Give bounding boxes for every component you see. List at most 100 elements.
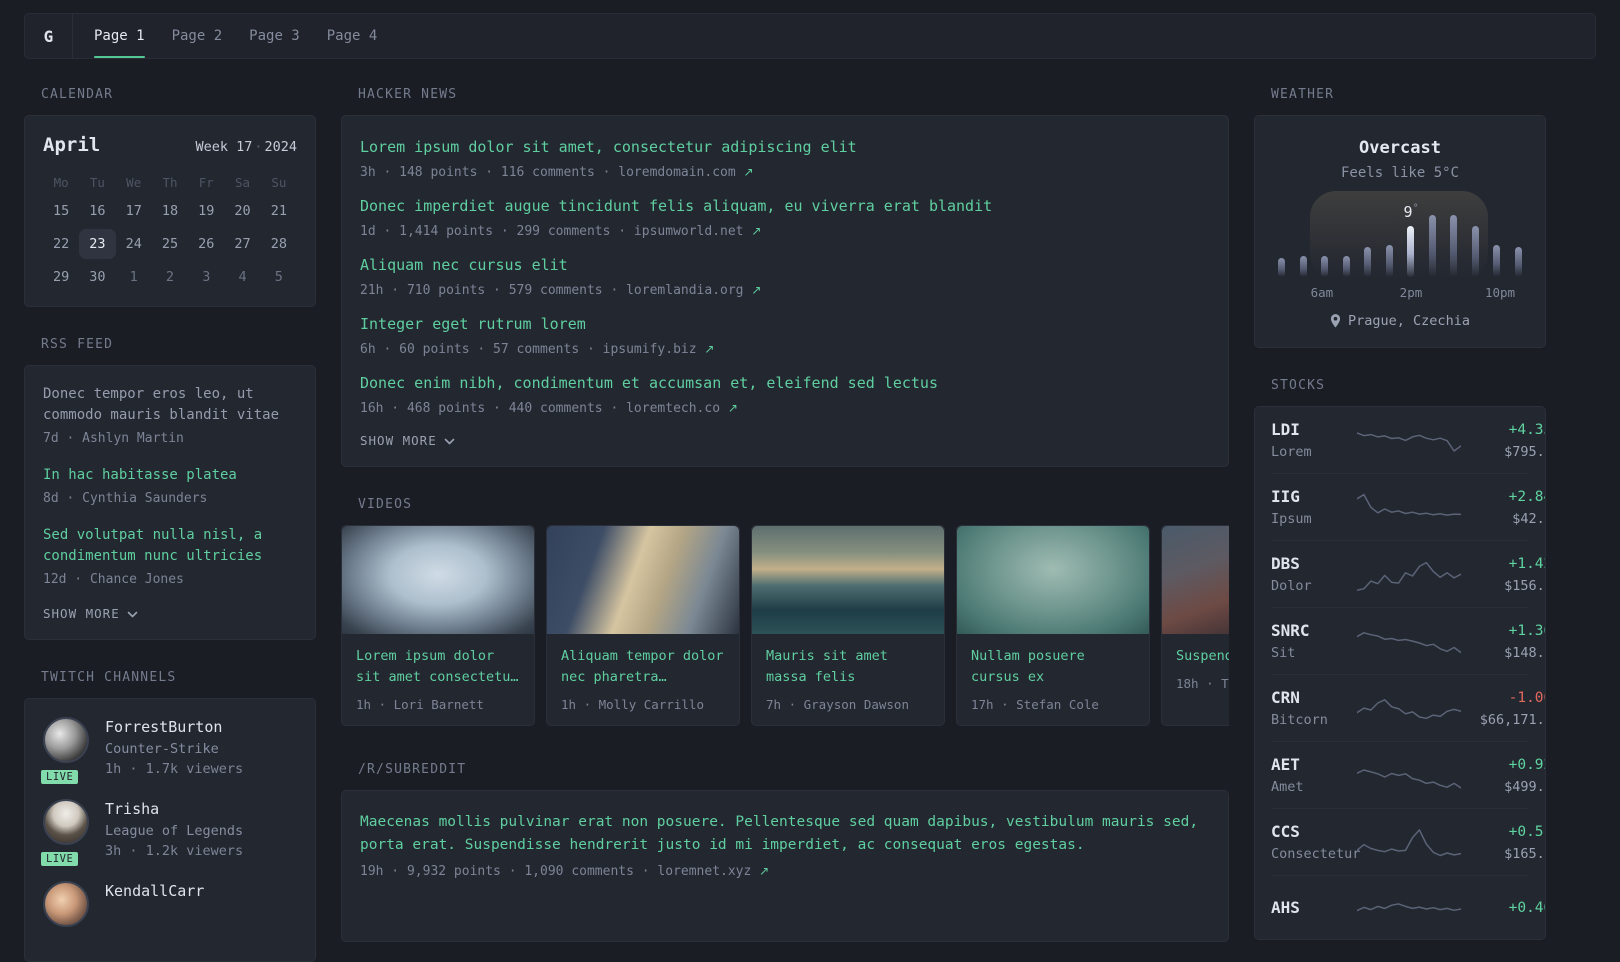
stock-price: $165.84 bbox=[1504, 845, 1545, 862]
stock-price: $499.72 bbox=[1504, 778, 1545, 795]
stock-symbol: CRN bbox=[1271, 688, 1300, 707]
video-card[interactable]: Aliquam tempor dolor nec pharetra… 1h · … bbox=[546, 525, 740, 726]
external-link-icon[interactable]: ↗ bbox=[751, 224, 761, 238]
stock-sparkline bbox=[1357, 489, 1461, 527]
page-tab[interactable]: Page 3 bbox=[249, 14, 300, 58]
hackernews-item: Lorem ipsum dolor sit amet, consectetur … bbox=[360, 136, 1210, 181]
stock-values: +2.84% $42.04 bbox=[1461, 488, 1545, 528]
twitch-channel-name: Trisha bbox=[105, 800, 160, 818]
rss-item-title[interactable]: Sed volutpat nulla nisl, a condimentum n… bbox=[43, 525, 297, 567]
stock-symbol: DBS bbox=[1271, 554, 1300, 573]
stock-row[interactable]: CCS Consectetur +0.51% $165.84 bbox=[1271, 808, 1545, 875]
stock-row[interactable]: AET Amet +0.92% $499.72 bbox=[1271, 741, 1545, 808]
twitch-widget-title: TWITCH CHANNELS bbox=[41, 670, 177, 685]
stock-row[interactable]: AHS +0.46% bbox=[1271, 875, 1545, 939]
rss-item-title[interactable]: In hac habitasse platea bbox=[43, 465, 297, 486]
video-card[interactable]: Nullam posuere cursus ex 17h · Stefan Co… bbox=[956, 525, 1150, 726]
calendar-day: 17 bbox=[125, 203, 142, 219]
hackernews-item: Donec enim nibh, condimentum et accumsan… bbox=[360, 372, 1210, 417]
external-link-icon[interactable]: ↗ bbox=[744, 165, 754, 179]
stock-change: +0.46% bbox=[1508, 899, 1545, 916]
stock-row[interactable]: IIG Ipsum +2.84% $42.04 bbox=[1271, 473, 1545, 540]
video-card[interactable]: Lorem ipsum dolor sit amet consectetu… 1… bbox=[341, 525, 535, 726]
twitch-channel-row[interactable]: LIVE ForrestBurton Counter-Strike 1h · 1… bbox=[39, 717, 297, 786]
video-title: Nullam posuere cursus ex bbox=[971, 648, 1085, 685]
page-tab[interactable]: Page 1 bbox=[94, 14, 145, 58]
external-link-icon[interactable]: ↗ bbox=[751, 283, 761, 297]
hackernews-item-title[interactable]: Aliquam nec cursus elit bbox=[360, 254, 1210, 277]
subreddit-widget-title: /R/SUBREDDIT bbox=[358, 762, 467, 777]
stock-row[interactable]: DBS Dolor +1.42% $156.28 bbox=[1271, 540, 1545, 607]
video-title: Suspendisse diam bbox=[1176, 648, 1229, 664]
calendar-day: 26 bbox=[198, 236, 215, 252]
rss-item-meta: 7d · Ashlyn Martin bbox=[43, 431, 184, 446]
video-card-body: Aliquam tempor dolor nec pharetra… 1h · … bbox=[547, 634, 739, 725]
twitch-avatar-wrap bbox=[43, 881, 89, 943]
subreddit-post: Maecenas mollis pulvinar erat non posuer… bbox=[360, 811, 1210, 879]
hackernews-show-more-button[interactable]: SHOW MORE bbox=[360, 433, 455, 448]
weather-time-labels: 6am 2pm 10pm bbox=[1310, 285, 1516, 300]
calendar-day: 30 bbox=[89, 269, 106, 285]
stock-symbol: SNRC bbox=[1271, 621, 1310, 640]
calendar-day: 2 bbox=[165, 269, 175, 285]
hackernews-widget-title: HACKER NEWS bbox=[358, 87, 458, 102]
stock-values: +1.42% $156.28 bbox=[1461, 555, 1545, 595]
app-logo[interactable]: G bbox=[25, 14, 73, 58]
calendar-days-grid: 15 16 17 18 19 20 21 22 23 24 25 26 27 28 29 30 1 2 3 4 5 bbox=[43, 196, 297, 292]
weather-location: Prague, Czechia bbox=[1275, 313, 1525, 329]
video-thumbnail bbox=[1162, 526, 1229, 634]
page-tab[interactable]: Page 2 bbox=[172, 14, 223, 58]
hackernews-item-title[interactable]: Donec enim nibh, condimentum et accumsan… bbox=[360, 372, 1210, 395]
video-card[interactable]: Mauris sit amet massa felis 7h · Grayson… bbox=[751, 525, 945, 726]
calendar-card: April Week 17 · 2024 Mo Tu We Th Fr Sa Su 15 16 17… bbox=[24, 115, 316, 307]
video-meta: 17h · Stefan Cole bbox=[971, 697, 1099, 712]
rss-item-title[interactable]: Donec tempor eros leo, ut commodo mauris… bbox=[43, 384, 297, 426]
twitch-channel-meta: 1h · 1.7k viewers bbox=[105, 761, 244, 777]
external-link-icon[interactable]: ↗ bbox=[728, 401, 738, 415]
stocks-widget: STOCKS LDI Lorem +4.35% $795.18 bbox=[1254, 378, 1546, 940]
hackernews-item-title[interactable]: Donec imperdiet augue tincidunt felis al… bbox=[360, 195, 1210, 218]
video-thumbnail bbox=[342, 526, 534, 634]
stock-values: -1.00% $66,171.48 bbox=[1461, 689, 1545, 729]
page-tabs: Page 1 Page 2 Page 3 Page 4 bbox=[73, 14, 377, 58]
weekday-header: Mo bbox=[53, 174, 69, 190]
external-link-icon[interactable]: ↗ bbox=[704, 342, 714, 356]
stock-values: +0.46% bbox=[1461, 899, 1545, 918]
twitch-channel-row[interactable]: KendallCarr bbox=[43, 881, 297, 943]
hackernews-item-title[interactable]: Integer eget rutrum lorem bbox=[360, 313, 1210, 336]
twitch-avatar-wrap: LIVE bbox=[39, 717, 89, 786]
stock-row[interactable]: LDI Lorem +4.35% $795.18 bbox=[1271, 407, 1545, 473]
twitch-channel-name: KendallCarr bbox=[105, 882, 205, 900]
external-link-icon[interactable]: ↗ bbox=[759, 864, 769, 878]
stock-id: CRN Bitcorn bbox=[1271, 688, 1357, 729]
calendar-day: 28 bbox=[270, 236, 287, 252]
weather-chart: 9° 6am 2pm 10pm bbox=[1278, 191, 1522, 300]
weather-widget: WEATHER Overcast Feels like 5°C 9° 6am 2p… bbox=[1254, 87, 1546, 348]
stock-row[interactable]: CRN Bitcorn -1.00% $66,171.48 bbox=[1271, 674, 1545, 741]
subreddit-post-title[interactable]: Maecenas mollis pulvinar erat non posuer… bbox=[360, 811, 1210, 857]
hackernews-item-title[interactable]: Lorem ipsum dolor sit amet, consectetur … bbox=[360, 136, 1210, 159]
stock-row[interactable]: SNRC Sit +1.36% $148.64 bbox=[1271, 607, 1545, 674]
twitch-channel-row[interactable]: LIVE Trisha League of Legends 3h · 1.2k … bbox=[39, 799, 297, 868]
live-badge: LIVE bbox=[39, 850, 81, 868]
avatar bbox=[43, 881, 89, 927]
video-title: Lorem ipsum dolor sit amet consectetu… bbox=[356, 648, 519, 685]
twitch-channel-meta: 3h · 1.2k viewers bbox=[105, 843, 244, 859]
calendar-day: 20 bbox=[234, 203, 251, 219]
stock-sparkline bbox=[1357, 623, 1461, 661]
stock-change: +1.42% bbox=[1508, 555, 1545, 572]
calendar-day: 21 bbox=[270, 203, 287, 219]
calendar-day: 27 bbox=[234, 236, 251, 252]
stock-price: $42.04 bbox=[1512, 510, 1545, 527]
rss-widget-title: RSS FEED bbox=[41, 337, 114, 352]
page-tab[interactable]: Page 4 bbox=[327, 14, 378, 58]
left-column: CALENDAR April Week 17 · 2024 Mo Tu We Th Fr Sa… bbox=[24, 87, 316, 962]
hackernews-item-meta: 3h · 148 points · 116 comments · loremdo… bbox=[360, 165, 754, 180]
stock-symbol: IIG bbox=[1271, 487, 1300, 506]
twitch-channel-game: Counter-Strike bbox=[105, 741, 219, 757]
rss-show-more-button[interactable]: SHOW MORE bbox=[43, 606, 138, 621]
weather-bars bbox=[1278, 215, 1522, 277]
calendar-day: 15 bbox=[53, 203, 70, 219]
middle-column: HACKER NEWS Lorem ipsum dolor sit amet, … bbox=[341, 87, 1229, 942]
video-card[interactable]: Suspendisse diam 18h · Tara bbox=[1161, 525, 1229, 726]
